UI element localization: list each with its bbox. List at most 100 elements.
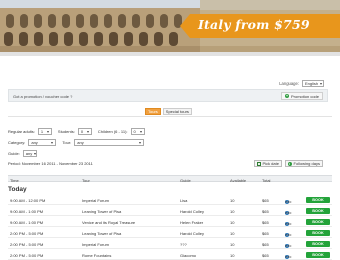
book-button[interactable]: BOOK	[306, 240, 330, 247]
cell-total: $65	[262, 230, 269, 236]
cell-total: $65	[262, 208, 269, 214]
arrow-right-icon	[288, 161, 292, 166]
section-today: Today	[8, 186, 27, 193]
students-select[interactable]: 0	[77, 128, 92, 135]
category-select[interactable]: any	[28, 139, 57, 146]
calendar-icon	[257, 161, 261, 166]
promo-text: Italy from $759	[198, 17, 310, 32]
chevron-down-icon	[86, 130, 89, 133]
cell-tour: Imperial Forum	[82, 197, 109, 203]
guide-filter: Guide: any	[8, 150, 328, 157]
cell-available: 10	[230, 208, 235, 214]
regular-adults-select[interactable]: 1	[37, 128, 52, 135]
info-label: Info	[285, 254, 292, 259]
table-row: 2:00 PM - 5:00 PM Imperial Forum ??? 10 …	[8, 239, 332, 249]
cell-time: 9:00 AM - 1:00 PM	[10, 208, 44, 214]
tour-label: Tour:	[62, 140, 72, 145]
cell-available: 10	[230, 252, 235, 258]
regular-adults-label: Regular adults:	[8, 129, 35, 134]
cell-tour: Venice and its Royal Treasure	[82, 219, 136, 225]
period-text: Period: November 16 2011 - November 23 2…	[8, 161, 93, 166]
table-row: 2:00 PM - 5:00 PM Leaning Tower of Pisa …	[8, 228, 332, 238]
language-label: Language:	[279, 81, 299, 86]
cell-guide: Harold Colley	[180, 208, 205, 214]
pick-date-button[interactable]: Pick date	[254, 160, 282, 167]
tour-tabs: Tours Special tours	[145, 108, 192, 115]
col-tour: Tour	[82, 177, 90, 183]
cell-total: $65	[262, 252, 269, 258]
promo-ribbon[interactable]: Italy from $759	[180, 14, 340, 38]
chevron-down-icon	[139, 141, 142, 144]
book-button[interactable]: BOOK	[306, 207, 330, 214]
chevron-down-icon	[320, 82, 323, 85]
col-available: Available	[230, 177, 247, 183]
info-label: Info	[285, 221, 292, 226]
cell-guide: Helen Fraker	[180, 219, 204, 225]
cell-available: 10	[230, 197, 235, 203]
plus-icon: +	[284, 94, 289, 98]
guide-value: any	[25, 151, 33, 156]
category-tour-filters: Category: any Tour: any	[8, 139, 328, 146]
students-value: 0	[80, 129, 84, 134]
children-label: Children (6 - 11):	[97, 129, 128, 134]
cell-total: $65	[262, 219, 269, 225]
chevron-down-icon	[34, 152, 37, 155]
table-row: 9:00 AM - 1:00 PM Venice and its Royal T…	[8, 217, 332, 227]
promotion-question: Got a promotion / voucher code ?	[13, 93, 73, 99]
cell-time: 9:00 AM - 12:00 PM	[10, 197, 46, 203]
language-value: English	[305, 81, 319, 86]
tab-tours-label: Tours	[148, 109, 158, 114]
banner-divider	[0, 52, 340, 56]
cell-tour: Leaning Tower of Pisa	[82, 208, 122, 214]
children-value: 0	[133, 129, 136, 134]
chevron-down-icon	[139, 130, 142, 133]
children-select[interactable]: 0	[130, 128, 145, 135]
cell-time: 2:00 PM - 5:00 PM	[10, 241, 44, 247]
category-value: any	[31, 140, 38, 145]
book-button[interactable]: BOOK	[306, 251, 330, 258]
schedule-table-header: Time Tour Guide Available Total	[8, 175, 332, 183]
guide-select[interactable]: any	[22, 150, 37, 157]
divider	[8, 116, 332, 117]
chevron-down-icon	[46, 130, 49, 133]
cell-total: $65	[262, 241, 269, 247]
cell-guide: Harold Colley	[180, 230, 205, 236]
cell-tour: Rome Fountains	[82, 252, 112, 258]
pick-date-label: Pick date	[262, 161, 279, 166]
cell-tour: Leaning Tower of Pisa	[82, 230, 122, 236]
cell-tour: Imperial Forum	[82, 241, 109, 247]
tab-special-tours[interactable]: Special tours	[162, 108, 192, 115]
regular-adults-value: 1	[40, 129, 44, 134]
promotion-code-label: Promotion code	[290, 93, 319, 99]
guide-label: Guide:	[8, 151, 20, 156]
category-label: Category:	[8, 140, 26, 145]
info-label: Info	[285, 210, 292, 215]
cell-guide: Lisa	[180, 197, 188, 203]
promotion-code-button[interactable]: + Promotion code	[280, 92, 323, 100]
tab-special-tours-label: Special tours	[165, 109, 189, 114]
info-label: Info	[285, 243, 292, 248]
cell-available: 10	[230, 241, 235, 247]
book-button[interactable]: BOOK	[306, 218, 330, 225]
table-row: 9:00 AM - 1:00 PM Leaning Tower of Pisa …	[8, 206, 332, 216]
cell-total: $65	[262, 197, 269, 203]
cell-time: 2:00 PM - 5:00 PM	[10, 230, 44, 236]
cell-available: 10	[230, 219, 235, 225]
language-selector-row: Language: English	[279, 80, 324, 87]
col-time: Time	[10, 177, 19, 183]
cell-guide: ???	[180, 241, 187, 247]
tab-tours[interactable]: Tours	[145, 108, 161, 115]
tour-select[interactable]: any	[74, 139, 145, 146]
info-label: Info	[285, 199, 292, 204]
language-select[interactable]: English	[302, 80, 324, 87]
chevron-down-icon	[51, 141, 54, 144]
info-label: Info	[285, 232, 292, 237]
table-row: 2:00 PM - 5:00 PM Rome Fountains Giacomo…	[8, 250, 332, 260]
book-button[interactable]: BOOK	[306, 196, 330, 203]
col-total: Total	[262, 177, 271, 183]
following-days-button[interactable]: Following days	[285, 160, 323, 167]
tour-value: any	[77, 140, 84, 145]
promotion-box: Got a promotion / voucher code ? + Promo…	[8, 89, 328, 102]
following-days-label: Following days	[293, 161, 320, 166]
book-button[interactable]: BOOK	[306, 229, 330, 236]
